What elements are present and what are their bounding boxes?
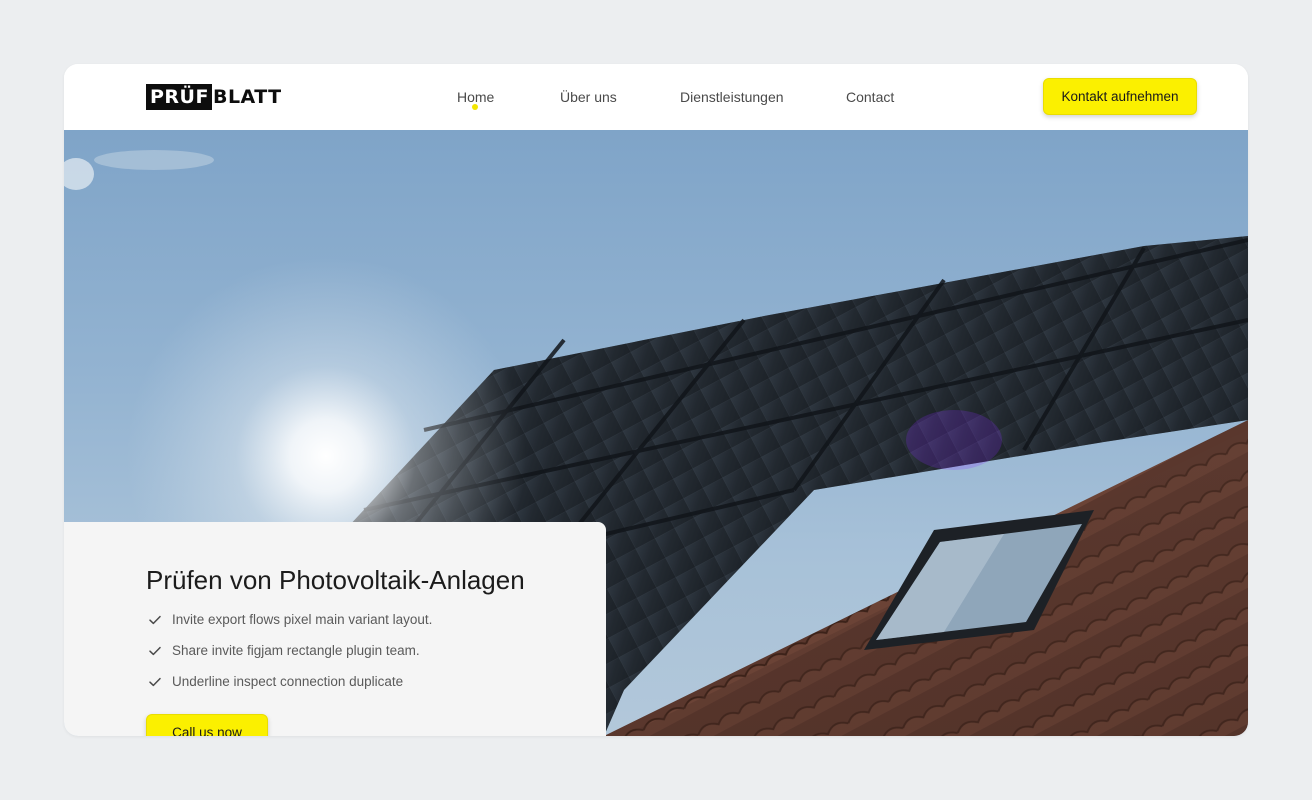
- contact-button[interactable]: Kontakt aufnehmen: [1043, 78, 1197, 115]
- feature-text: Underline inspect connection duplicate: [172, 674, 404, 689]
- feature-item: Underline inspect connection duplicate: [148, 673, 403, 691]
- nav-item-about[interactable]: Über uns: [560, 88, 617, 106]
- nav-item-services[interactable]: Dienstleistungen: [680, 88, 784, 106]
- browser-frame: PRÜF BLATT Home Über uns Dienstleistunge…: [64, 64, 1248, 736]
- nav-item-contact[interactable]: Contact: [846, 88, 894, 106]
- check-icon: [149, 677, 161, 687]
- check-icon: [149, 615, 161, 625]
- brand-logo[interactable]: PRÜF BLATT: [146, 84, 282, 110]
- hero-card: Prüfen von Photovoltaik-Anlagen Invite e…: [64, 522, 606, 736]
- check-icon: [149, 646, 161, 656]
- active-indicator: [472, 104, 478, 110]
- feature-item: Share invite figjam rectangle plugin tea…: [148, 642, 420, 660]
- feature-item: Invite export flows pixel main variant l…: [148, 611, 432, 629]
- hero-title: Prüfen von Photovoltaik-Anlagen: [146, 565, 525, 595]
- feature-text: Invite export flows pixel main variant l…: [172, 612, 433, 627]
- feature-text: Share invite figjam rectangle plugin tea…: [172, 643, 420, 658]
- logo-part-inverted: PRÜF: [146, 84, 212, 110]
- top-navigation: PRÜF BLATT Home Über uns Dienstleistunge…: [64, 64, 1248, 130]
- call-us-button[interactable]: Call us now: [146, 714, 268, 736]
- logo-part-plain: BLATT: [212, 86, 282, 108]
